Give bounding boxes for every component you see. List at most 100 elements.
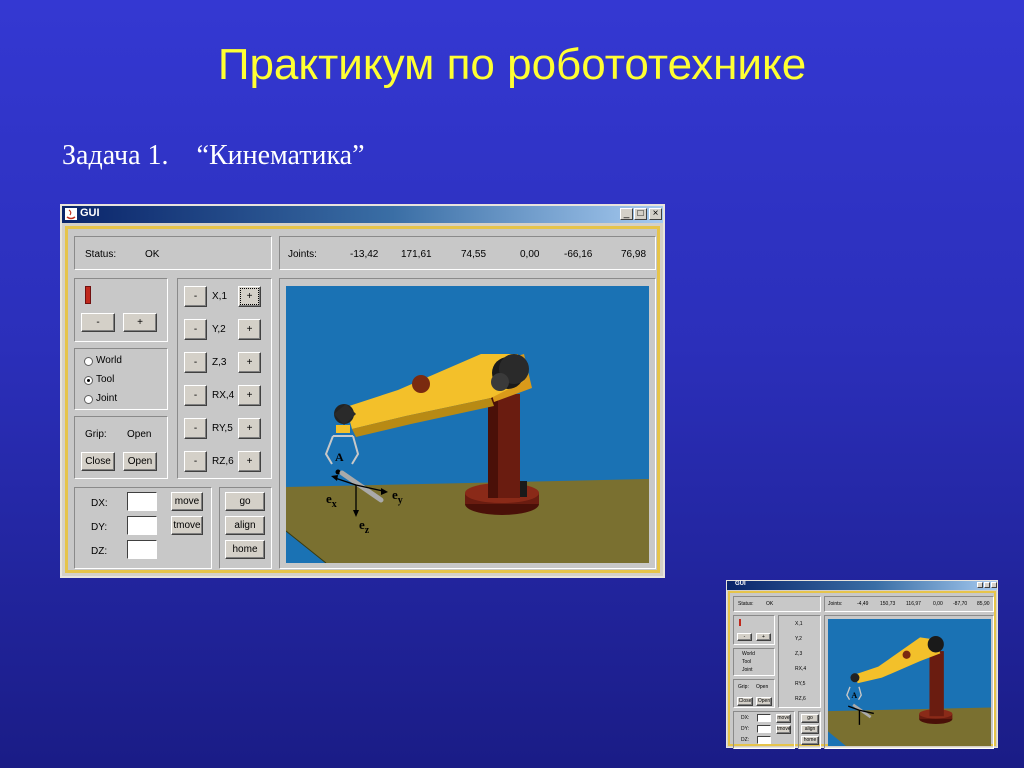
rz-minus-button[interactable]: -	[184, 451, 207, 472]
status-panel: Status: OK	[74, 236, 272, 270]
thumb-axis-label: RX,4	[795, 666, 807, 672]
viewport-panel: A ex ey ez	[279, 278, 656, 569]
radio-tool[interactable]	[84, 376, 93, 385]
dz-input[interactable]	[127, 540, 157, 559]
x-plus-button[interactable]: +	[238, 286, 261, 307]
thumb-robot-view: A	[828, 619, 991, 746]
status-value: OK	[145, 249, 160, 260]
thumb-radio-tool: Tool	[742, 659, 752, 665]
actions-panel: go align home	[219, 487, 272, 569]
radio-world[interactable]	[84, 357, 93, 366]
thumb-joint-value: -4,49	[857, 601, 869, 607]
dz-label: DZ:	[91, 546, 108, 557]
dx-input[interactable]	[127, 492, 157, 511]
go-button[interactable]: go	[225, 492, 265, 511]
thumb-speed-panel: - +	[733, 615, 775, 645]
axis-label-rz: RZ,6	[212, 456, 234, 467]
status-label: Status:	[85, 249, 117, 260]
content-area: Status: OK Joints: -13,42 171,61 74,55 0…	[65, 226, 660, 573]
thumb-radio-joint: Joint	[742, 667, 753, 673]
thumb-tmove-button: tmove	[776, 725, 791, 734]
thumb-move-panel: DX: DY: DZ: move tmove	[733, 711, 795, 749]
thumb-home-button: home	[801, 736, 819, 745]
home-button[interactable]: home	[225, 540, 265, 559]
move-button[interactable]: move	[171, 492, 203, 511]
task-heading: Задача 1. “Кинематика”	[62, 140, 365, 172]
robot-3d-view[interactable]: A ex ey ez	[286, 286, 649, 563]
thumb-speed-minus: -	[737, 633, 752, 641]
y-plus-button[interactable]: +	[238, 319, 261, 340]
thumb-grip-label: Grip:	[738, 684, 749, 690]
java-app-icon	[65, 208, 77, 220]
dy-label: DY:	[91, 522, 108, 533]
thumb-axis-label: RY,5	[795, 681, 806, 687]
thumb-axis-label: Z,3	[795, 651, 803, 657]
thumb-window-title: GUI	[735, 581, 746, 587]
title-bar[interactable]: GUI _ □ ×	[62, 206, 663, 223]
axis-label-y: Y,2	[212, 324, 226, 335]
close-window-button[interactable]: ×	[649, 208, 662, 220]
grip-value: Open	[127, 429, 152, 440]
thumb-status-indicator	[739, 619, 741, 626]
grip-open-button[interactable]: Open	[123, 452, 157, 471]
task-name: “Кинематика”	[196, 140, 365, 171]
slide-title: Практикум по робототехнике	[217, 40, 807, 89]
thumb-align-button: align	[801, 725, 819, 734]
thumb-close-button	[991, 582, 997, 588]
point-a-label: A	[335, 450, 344, 464]
thumb-axis-panel: X,1 Y,2 Z,3 RX,4 RY,5 RZ,6	[778, 615, 821, 708]
maximize-button[interactable]: □	[634, 208, 647, 220]
axis-label-rx: RX,4	[212, 390, 235, 401]
gui-window: GUI _ □ × Status: OK Joints: -13,42 171,…	[60, 204, 665, 578]
gui-window-thumbnail: GUI Status: OK Joints: -4,49 150,73 116,…	[726, 580, 998, 749]
frame-selector: World Tool Joint	[74, 348, 168, 410]
task-label: Задача 1.	[62, 140, 169, 171]
speed-minus-button[interactable]: -	[81, 313, 115, 332]
axis-label-ry: RY,5	[212, 423, 233, 434]
dx-label: DX:	[91, 498, 108, 509]
thumb-dy-input	[757, 725, 771, 733]
ry-minus-button[interactable]: -	[184, 418, 207, 439]
speed-plus-button[interactable]: +	[123, 313, 157, 332]
rx-minus-button[interactable]: -	[184, 385, 207, 406]
thumb-point-a-label: A	[851, 691, 857, 700]
x-minus-button[interactable]: -	[184, 286, 207, 307]
rx-plus-button[interactable]: +	[238, 385, 261, 406]
thumb-grip-panel: Grip: Open Close Open	[733, 679, 775, 708]
radio-tool-label: Tool	[96, 374, 115, 385]
thumb-status-panel: Status: OK	[733, 596, 821, 612]
thumb-axis-label: RZ,6	[795, 696, 806, 702]
joint-value: -13,42	[350, 249, 379, 260]
thumb-joints-panel: Joints: -4,49 150,73 116,97 0,00 -87,70 …	[824, 596, 994, 612]
thumb-dx-input	[757, 714, 771, 722]
speed-panel: - +	[74, 278, 168, 342]
grip-close-button[interactable]: Close	[81, 452, 115, 471]
joints-panel: Joints: -13,42 171,61 74,55 0,00 -66,16 …	[279, 236, 656, 270]
thumb-joint-value: 85,90	[977, 601, 990, 607]
joint-value: 76,98	[621, 249, 647, 260]
dy-input[interactable]	[127, 516, 157, 535]
thumb-axis-label: Y,2	[795, 636, 802, 642]
joint-value: 74,55	[461, 249, 487, 260]
axis-label-x: X,1	[212, 291, 228, 302]
tmove-button[interactable]: tmove	[171, 516, 203, 535]
z-plus-button[interactable]: +	[238, 352, 261, 373]
z-minus-button[interactable]: -	[184, 352, 207, 373]
radio-joint[interactable]	[84, 395, 93, 404]
thumb-speed-plus: +	[756, 633, 771, 641]
thumb-title-bar: GUI	[727, 581, 997, 590]
grip-label: Grip:	[85, 429, 107, 440]
joint-value: 0,00	[520, 249, 540, 260]
thumb-status-label: Status:	[738, 601, 754, 607]
joint-value: -66,16	[564, 249, 593, 260]
y-minus-button[interactable]: -	[184, 319, 207, 340]
thumb-frame-selector: World Tool Joint	[733, 648, 775, 676]
align-button[interactable]: align	[225, 516, 265, 535]
thumb-dz-label: DZ:	[741, 737, 750, 743]
rz-plus-button[interactable]: +	[238, 451, 261, 472]
thumb-dy-label: DY:	[741, 726, 750, 732]
thumb-minimize-button	[977, 582, 983, 588]
minimize-button[interactable]: _	[620, 208, 633, 220]
ry-plus-button[interactable]: +	[238, 418, 261, 439]
thumb-dx-label: DX:	[741, 715, 750, 721]
